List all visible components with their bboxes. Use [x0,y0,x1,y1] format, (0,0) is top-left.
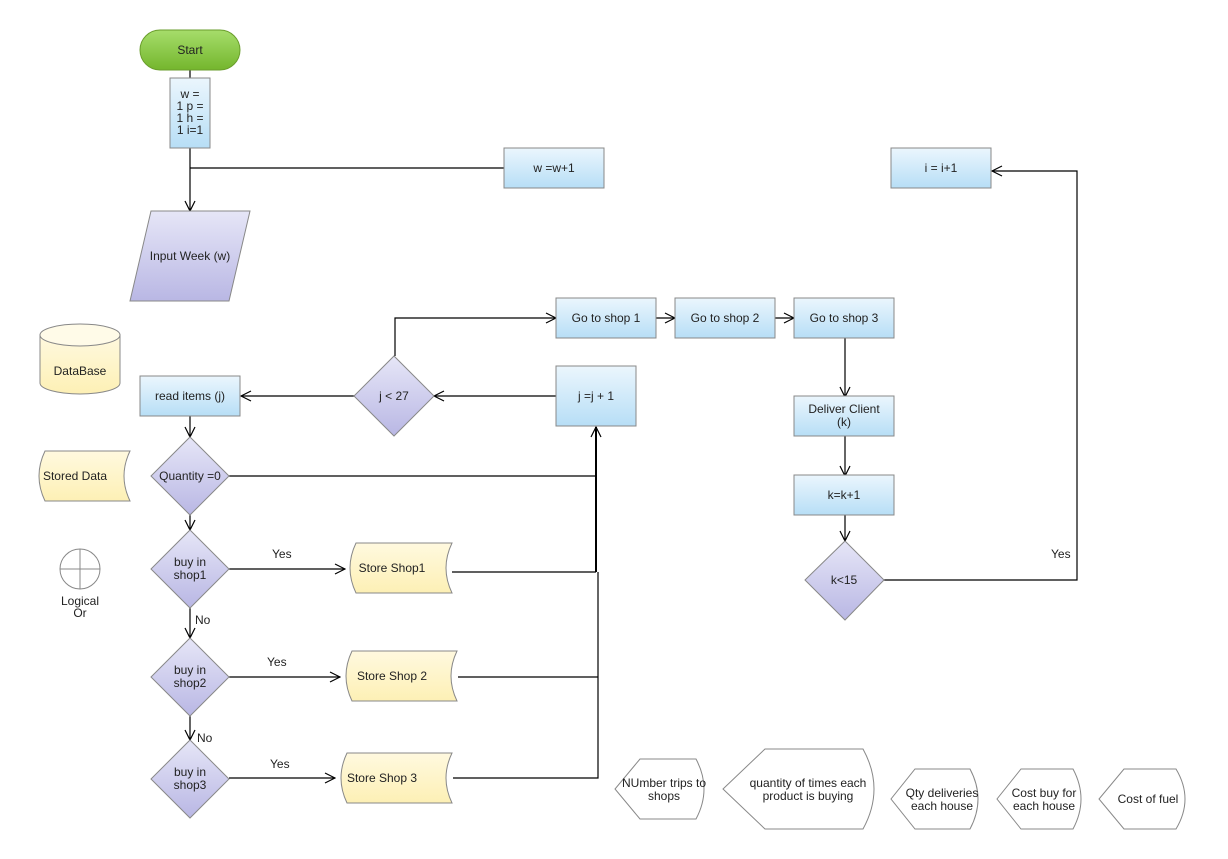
display-qty-deliveries-line-2: each house [911,799,973,813]
buy-shop1-line-1: buy in [174,555,206,569]
deliver-client-process[interactable]: Deliver Client (k) [793,395,895,437]
display-quantity-line-1: quantity of times each [750,776,867,790]
stored-data-shape[interactable]: Stored Data [38,450,131,502]
stored-data-label: Stored Data [43,469,107,483]
i-increment-process[interactable]: i = i+1 [890,147,992,189]
k-increment-label: k=k+1 [828,488,861,502]
buy-shop2-line-1: buy in [174,663,206,677]
k-check-label: k<15 [831,573,858,587]
store-shop1-label: Store Shop1 [359,561,426,575]
quantity-check-decision[interactable]: Quantity =0 [150,436,230,516]
buy-shop2-line-2: shop2 [174,676,207,690]
store-shop1-shape[interactable]: Store Shop1 [349,542,453,594]
display-quantity-shape[interactable]: quantity of times each product is buying [722,748,875,830]
deliver-client-line-2: (k) [837,415,851,429]
go-shop-1-process[interactable]: Go to shop 1 [555,297,657,339]
display-quantity-line-2: product is buying [763,789,854,803]
edge-store3-to-merge [453,572,599,779]
quantity-check-label: Quantity =0 [159,469,221,483]
display-cost-buy-line-1: Cost buy for [1012,786,1077,800]
display-cost-fuel-label: Cost of fuel [1118,792,1179,806]
display-trips-line-2: shops [648,789,680,803]
go-shop-2-process[interactable]: Go to shop 2 [674,297,776,339]
w-increment-label: w =w+1 [532,161,575,175]
flowchart-canvas: Yes No Yes No Yes Yes Start w = 1 p = 1 … [38,29,1186,830]
display-qty-deliveries-shape[interactable]: Qty deliveries each house [890,768,979,830]
edge-label-shop1-no: No [195,613,211,627]
buy-shop3-line-2: shop3 [174,778,207,792]
buy-shop1-decision[interactable]: buy in shop1 [150,529,230,609]
input-week-data[interactable]: Input Week (w) [129,210,251,302]
go-shop-3-label: Go to shop 3 [810,311,879,325]
database-label: DataBase [54,364,107,378]
init-line-4: 1 i=1 [177,123,204,137]
edge-label-shop3-yes: Yes [270,757,290,771]
display-trips-line-1: NUmber trips to [622,776,706,790]
edge-label-shop2-yes: Yes [267,655,287,669]
edge-k-yes-to-i-increment [884,171,1078,581]
buy-shop2-decision[interactable]: buy in shop2 [150,637,230,717]
start-terminator[interactable]: Start [139,29,241,71]
edge-label-k-yes: Yes [1051,547,1071,561]
read-items-process[interactable]: read items (j) [139,375,241,417]
w-increment-process[interactable]: w =w+1 [503,147,605,189]
j-increment-label: j =j + 1 [577,389,614,403]
edge-label-shop2-no: No [197,731,213,745]
store-shop2-label: Store Shop 2 [357,669,427,683]
j-check-label: j < 27 [378,389,409,403]
go-shop-3-process[interactable]: Go to shop 3 [793,297,895,339]
start-label: Start [177,43,203,57]
read-items-label: read items (j) [155,389,225,403]
buy-shop3-line-1: buy in [174,765,206,779]
j-check-decision[interactable]: j < 27 [353,355,435,437]
edge-label-shop1-yes: Yes [272,547,292,561]
display-cost-buy-shape[interactable]: Cost buy for each house [996,768,1082,830]
k-check-decision[interactable]: k<15 [804,540,885,621]
store-shop3-label: Store Shop 3 [347,771,417,785]
edge-j-check-to-shop1 [394,318,556,356]
buy-shop1-line-2: shop1 [174,568,207,582]
buy-shop3-decision[interactable]: buy in shop3 [150,739,230,819]
k-increment-process[interactable]: k=k+1 [793,474,895,516]
display-cost-buy-line-2: each house [1013,799,1075,813]
go-shop-2-label: Go to shop 2 [691,311,760,325]
j-increment-process[interactable]: j =j + 1 [555,365,637,427]
display-trips-shape[interactable]: NUmber trips to shops [614,758,706,820]
input-week-label: Input Week (w) [150,249,230,263]
init-process[interactable]: w = 1 p = 1 h = 1 i=1 [169,77,211,149]
go-shop-1-label: Go to shop 1 [572,311,641,325]
i-increment-label: i = i+1 [925,161,958,175]
deliver-client-line-1: Deliver Client [808,402,880,416]
logical-or-line-2: Or [73,606,86,620]
display-qty-deliveries-line-1: Qty deliveries [906,786,979,800]
logical-or-symbol[interactable]: Logical Or [59,548,101,620]
display-cost-fuel-shape[interactable]: Cost of fuel [1098,768,1186,830]
database-cylinder[interactable]: DataBase [39,323,121,395]
store-shop2-shape[interactable]: Store Shop 2 [345,650,458,702]
store-shop3-shape[interactable]: Store Shop 3 [340,752,453,804]
